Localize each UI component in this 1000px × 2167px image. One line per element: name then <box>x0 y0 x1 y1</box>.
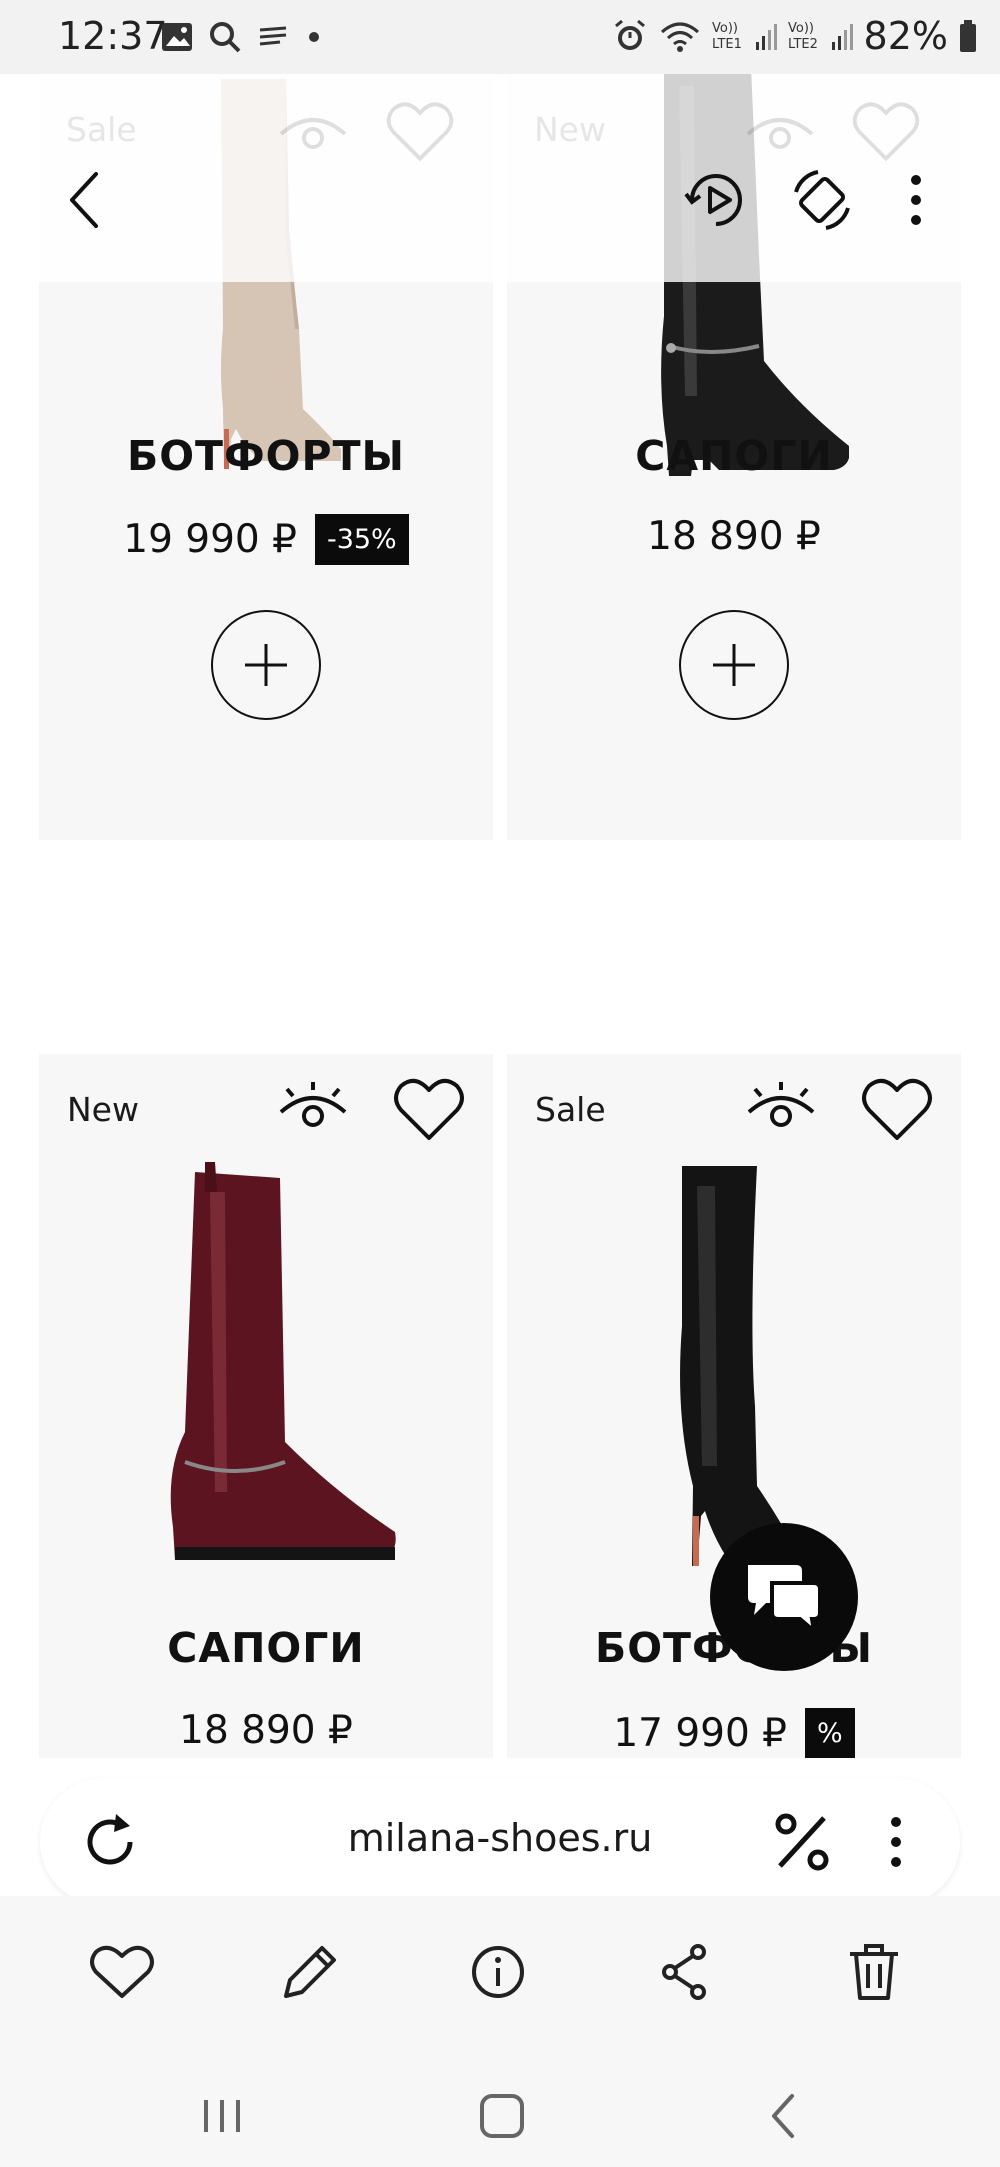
svg-text:LTE2: LTE2 <box>788 37 818 52</box>
product-image[interactable] <box>657 1166 797 1566</box>
search-notification-icon <box>210 22 241 53</box>
product-tag: Sale <box>535 1090 606 1129</box>
ghost-product-tag: Sale <box>66 110 137 149</box>
quick-view-eye-icon[interactable] <box>743 1072 819 1148</box>
price-row: 17 990 ₽ % <box>507 1708 961 1758</box>
bottom-action-bar <box>0 1896 1000 2167</box>
ghost-eye-icon <box>746 118 814 149</box>
product-title[interactable]: БОТФОРТЫ <box>39 432 493 480</box>
product-image[interactable] <box>165 1162 405 1572</box>
status-notification-icons <box>160 20 324 54</box>
discount-badge: % <box>805 1708 855 1758</box>
rotate-screen-icon[interactable] <box>786 164 858 236</box>
gallery-icon <box>162 23 192 51</box>
add-to-cart-button[interactable] <box>211 610 321 720</box>
status-right-icons: Vo)) LTE1 Vo)) LTE2 82% <box>612 14 978 58</box>
home-icon[interactable] <box>472 2086 532 2146</box>
favorite-heart-icon[interactable] <box>389 1070 469 1150</box>
share-icon[interactable] <box>650 1936 722 2008</box>
wifi-icon <box>660 22 699 52</box>
recent-apps-icon[interactable] <box>192 2086 252 2146</box>
status-time: 12:37 <box>58 14 168 58</box>
edit-pencil-icon[interactable] <box>274 1936 346 2008</box>
browser-menu-icon[interactable] <box>858 1804 934 1880</box>
more-vertical-icon[interactable] <box>880 164 952 236</box>
alarm-icon <box>614 19 645 50</box>
signal-sim2-icon: Vo))LTE2 <box>788 21 853 52</box>
delete-trash-icon[interactable] <box>838 1936 910 2008</box>
ghost-heart-icon <box>386 102 454 162</box>
signal-sim1-icon: Vo))LTE1 <box>712 21 777 52</box>
video-play-icon[interactable] <box>680 164 752 236</box>
ghost-heart-icon <box>852 102 920 162</box>
price-row: 19 990 ₽ -35% <box>39 514 493 565</box>
notes-icon <box>259 26 287 46</box>
percent-icon[interactable] <box>764 1804 840 1880</box>
price-row: 18 890 ₽ <box>39 1708 493 1753</box>
product-title[interactable]: САПОГИ <box>507 432 961 480</box>
svg-text:Vo)): Vo)) <box>712 21 738 36</box>
product-title[interactable]: САПОГИ <box>39 1624 493 1672</box>
back-chevron-icon[interactable] <box>50 164 122 236</box>
system-back-icon[interactable] <box>754 2086 814 2146</box>
price-row: 18 890 ₽ <box>507 514 961 559</box>
address-bar[interactable]: milana-shoes.ru <box>40 1778 960 1906</box>
product-tag: New <box>67 1090 139 1129</box>
info-icon[interactable] <box>462 1936 534 2008</box>
svg-text:LTE1: LTE1 <box>712 37 742 52</box>
chat-bubbles-icon <box>748 1565 822 1635</box>
product-card[interactable]: New САПОГИ 18 890 ₽ <box>39 1054 493 1758</box>
add-to-cart-button[interactable] <box>679 610 789 720</box>
ghost-eye-icon <box>279 118 347 149</box>
dot-icon <box>309 32 319 42</box>
discount-badge: -35% <box>314 514 409 565</box>
svg-text:Vo)): Vo)) <box>788 21 814 36</box>
quick-view-eye-icon[interactable] <box>275 1072 351 1148</box>
product-grid: БОТФОРТЫ 19 990 ₽ -35% САПОГИ 18 890 ₽ N… <box>0 74 1000 1758</box>
product-price: 19 990 ₽ <box>123 517 297 562</box>
battery-percent: 82% <box>863 14 948 58</box>
battery-icon <box>960 20 976 52</box>
product-price: 17 990 ₽ <box>613 1711 787 1756</box>
product-price: 18 890 ₽ <box>647 514 821 559</box>
top-toolbar: Sale New <box>0 74 1000 282</box>
favorite-heart-icon[interactable] <box>86 1936 158 2008</box>
status-bar: 12:37 Vo)) LTE1 Vo)) LTE2 82% <box>0 0 1000 74</box>
product-price: 18 890 ₽ <box>179 1708 353 1753</box>
favorite-heart-icon[interactable] <box>857 1070 937 1150</box>
ghost-product-tag: New <box>534 110 606 149</box>
chat-button[interactable] <box>710 1523 858 1671</box>
